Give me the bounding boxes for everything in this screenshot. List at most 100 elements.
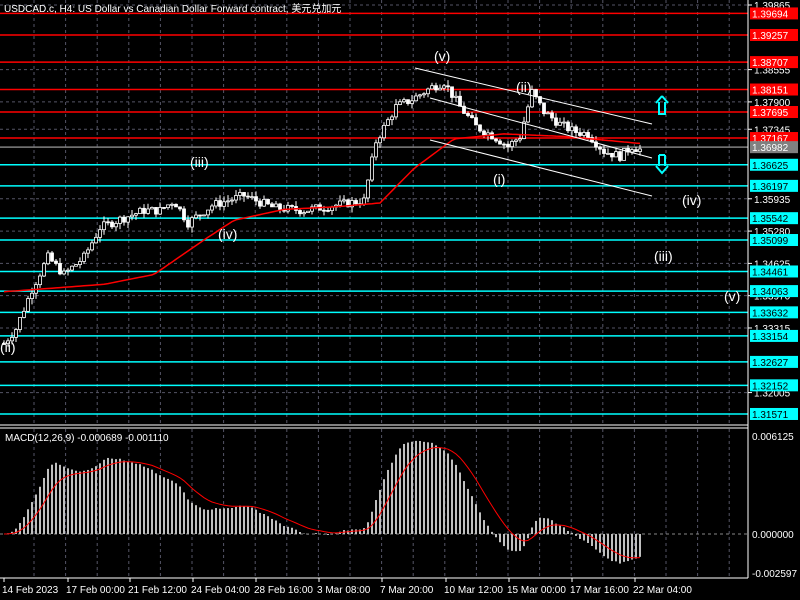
candle xyxy=(50,250,54,263)
candle xyxy=(554,113,558,128)
candle xyxy=(414,92,418,102)
candle xyxy=(310,204,314,215)
level-label: 1.35542 xyxy=(752,214,789,225)
candle xyxy=(398,99,402,106)
candle xyxy=(474,113,478,126)
candle xyxy=(274,200,278,208)
level-label: 1.37695 xyxy=(752,108,789,119)
channel-lower-line xyxy=(429,139,653,197)
channel-middle-line xyxy=(429,97,653,159)
candle xyxy=(18,317,22,333)
candle xyxy=(182,206,186,223)
candle xyxy=(202,214,206,217)
candle xyxy=(22,307,26,319)
time-label: 24 Feb 04:00 xyxy=(191,585,250,596)
level-label: 1.34461 xyxy=(752,267,789,278)
candle xyxy=(146,203,150,215)
wave-label: (iii) xyxy=(654,248,673,264)
candle xyxy=(226,195,230,207)
level-label: 1.39694 xyxy=(752,9,789,20)
candle xyxy=(210,203,214,214)
candle xyxy=(542,102,546,117)
candle xyxy=(242,192,246,202)
macd-tick-zero: 0.000000 xyxy=(752,530,794,541)
candle xyxy=(510,139,514,152)
candle xyxy=(574,124,578,138)
candle xyxy=(34,281,38,299)
time-label: 10 Mar 12:00 xyxy=(444,585,503,596)
candle xyxy=(526,104,530,124)
candle xyxy=(306,210,310,213)
candle xyxy=(154,207,158,218)
candle xyxy=(62,268,66,276)
candle xyxy=(290,204,294,209)
candle xyxy=(142,204,146,218)
candle xyxy=(418,93,422,99)
wave-label: (v) xyxy=(434,48,450,64)
wave-label: (ii) xyxy=(516,79,532,95)
candle xyxy=(450,86,454,103)
candle xyxy=(370,153,374,183)
candle xyxy=(118,215,122,230)
candle xyxy=(518,134,522,143)
candle xyxy=(278,202,282,214)
time-label: 7 Mar 20:00 xyxy=(380,585,434,596)
macd-tick-top: 0.006125 xyxy=(752,432,794,443)
price-chart[interactable]: (v) (ii) (iii) (iv) (i) (ii) (iv) (iii) … xyxy=(0,0,800,600)
wave-labels: (v) (ii) (iii) (iv) (i) (ii) (iv) (iii) … xyxy=(0,48,740,355)
candle xyxy=(262,195,266,208)
candle xyxy=(434,82,438,93)
candle xyxy=(122,215,126,226)
candle xyxy=(430,82,434,90)
candle xyxy=(266,198,270,206)
candle xyxy=(298,209,302,217)
chart-title: USDCAD.c, H4: US Dollar vs Canadian Doll… xyxy=(4,2,341,15)
candle xyxy=(406,99,410,106)
time-label: 3 Mar 08:00 xyxy=(317,585,371,596)
candle xyxy=(302,210,306,217)
level-label: 1.35099 xyxy=(752,236,789,247)
candle xyxy=(166,204,170,210)
candle xyxy=(234,190,238,204)
candle xyxy=(54,259,58,266)
level-label: 1.33154 xyxy=(752,332,789,343)
candle xyxy=(270,202,274,208)
macd-tick-bottom: -0.002597 xyxy=(752,569,797,580)
level-label: 1.34063 xyxy=(752,287,789,298)
candle xyxy=(522,116,526,140)
candle xyxy=(358,198,362,208)
time-label: 17 Feb 00:00 xyxy=(66,585,125,596)
candle xyxy=(458,90,462,107)
candle xyxy=(78,257,82,269)
candle xyxy=(514,138,518,147)
candle xyxy=(218,195,222,211)
level-label: 1.36625 xyxy=(752,161,789,172)
macd-title: MACD(12,26,9) -0.000689 -0.001110 xyxy=(5,433,169,444)
candle xyxy=(158,202,162,215)
candle xyxy=(86,247,90,259)
candle xyxy=(90,240,94,252)
candle xyxy=(318,202,322,211)
level-label: 1.38151 xyxy=(752,86,789,97)
candle xyxy=(110,220,114,229)
candle xyxy=(190,215,194,233)
candle xyxy=(206,209,210,219)
wave-label: (ii) xyxy=(0,339,16,355)
level-label: 1.38707 xyxy=(752,58,789,69)
time-axis: 14 Feb 2023 17 Feb 00:00 21 Feb 12:00 24 Fe… xyxy=(2,578,692,596)
candle xyxy=(422,92,426,98)
candle xyxy=(566,120,570,134)
time-label: 17 Mar 16:00 xyxy=(570,585,629,596)
candle xyxy=(102,216,106,235)
candle xyxy=(618,150,622,163)
candle xyxy=(498,139,502,145)
candle xyxy=(606,148,610,155)
candle xyxy=(386,117,390,126)
candle xyxy=(174,203,178,208)
candle xyxy=(246,192,250,200)
level-label: 1.31571 xyxy=(752,410,789,421)
wave-label: (v) xyxy=(724,288,740,304)
candle xyxy=(630,148,634,155)
candle xyxy=(230,197,234,206)
level-label: 1.32627 xyxy=(752,358,789,369)
